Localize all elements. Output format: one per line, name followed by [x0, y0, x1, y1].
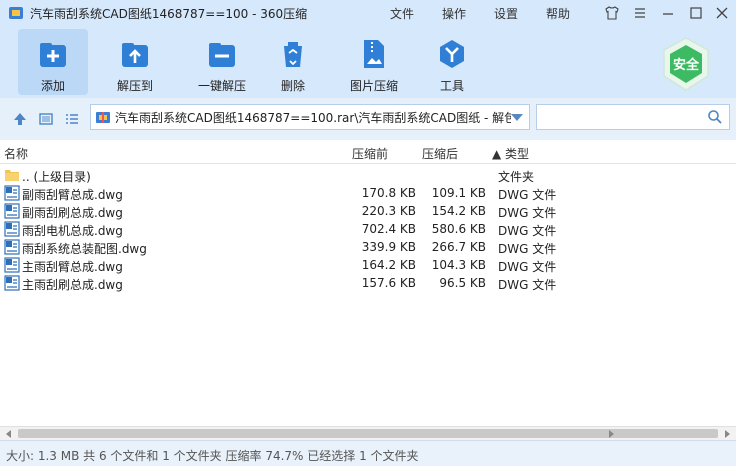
file-name: 雨刮电机总成.dwg: [22, 224, 123, 238]
folder-icon: [4, 167, 20, 183]
minimize-icon[interactable]: [654, 0, 682, 26]
file-type: DWG 文件: [498, 206, 557, 220]
tools-button[interactable]: 工具: [424, 29, 480, 95]
window-title: 汽车雨刮系统CAD图纸1468787==100 - 360压缩: [30, 6, 308, 21]
address-path: 汽车雨刮系统CAD图纸1468787==100.rar\汽车雨刮系统CAD图纸 …: [115, 110, 511, 125]
security-shield-badge[interactable]: 安全: [660, 36, 712, 92]
file-compressed-size: 220.3 KB: [361, 204, 416, 218]
tools-icon: [435, 37, 469, 71]
menu-help[interactable]: 帮助: [546, 0, 570, 26]
column-type[interactable]: ▲ 类型: [492, 145, 529, 162]
file-original-size: 109.1 KB: [431, 186, 486, 200]
delete-icon: [276, 37, 310, 71]
toolbar: 添加 解压到 一键解压 删除 图片压缩 工具: [0, 26, 736, 98]
extract-to-button[interactable]: 解压到: [100, 29, 170, 95]
file-name: 主雨刮臂总成.dwg: [22, 260, 123, 274]
image-compress-icon: [357, 37, 391, 71]
file-original-size: 96.5 KB: [439, 276, 486, 290]
file-type: DWG 文件: [498, 224, 557, 238]
skin-shirt-icon[interactable]: [598, 0, 626, 26]
scroll-right-icon[interactable]: [725, 430, 730, 438]
list-header: 名称 压缩前 压缩后 ▲ 类型: [0, 140, 736, 164]
dwg-file-icon: [4, 239, 20, 255]
file-name: 副雨刮刷总成.dwg: [22, 206, 123, 220]
column-name[interactable]: 名称: [4, 145, 28, 162]
add-icon: [36, 37, 70, 71]
file-list: 名称 压缩前 压缩后 ▲ 类型 .. (上级目录) 文件夹 副雨刮臂总成.dwg…: [0, 140, 736, 426]
safe-label: 安全: [672, 58, 699, 73]
menu-operation[interactable]: 操作: [442, 0, 466, 26]
menu-file[interactable]: 文件: [390, 0, 414, 26]
add-label: 添加: [40, 79, 65, 93]
dwg-file-icon: [4, 203, 20, 219]
file-type: DWG 文件: [498, 242, 557, 256]
delete-label: 删除: [280, 79, 305, 93]
status-bar: 大小: 1.3 MB 共 6 个文件和 1 个文件夹 压缩率 74.7% 已经选…: [0, 440, 736, 466]
thumbnail-view-icon[interactable]: [38, 111, 54, 127]
tools-label: 工具: [439, 79, 464, 93]
file-original-size: 580.6 KB: [431, 222, 486, 236]
table-row[interactable]: 雨刮电机总成.dwg 702.4 KB 580.6 KB DWG 文件: [0, 220, 736, 238]
delete-button[interactable]: 删除: [262, 29, 324, 95]
close-icon[interactable]: [708, 0, 736, 26]
image-compress-button[interactable]: 图片压缩: [338, 29, 410, 95]
scroll-left-icon[interactable]: [6, 430, 11, 438]
scroll-mid-arrow-icon: [609, 430, 614, 438]
file-compressed-size: 339.9 KB: [361, 240, 416, 254]
status-text: 大小: 1.3 MB 共 6 个文件和 1 个文件夹 压缩率 74.7% 已经选…: [6, 449, 419, 463]
file-name: 雨刮系统总装配图.dwg: [22, 242, 147, 256]
file-compressed-size: 702.4 KB: [361, 222, 416, 236]
file-original-size: 266.7 KB: [431, 240, 486, 254]
extract-to-label: 解压到: [116, 79, 153, 93]
horizontal-scrollbar[interactable]: [0, 426, 736, 440]
dwg-file-icon: [4, 275, 20, 291]
dwg-file-icon: [4, 221, 20, 237]
add-button[interactable]: 添加: [18, 29, 88, 95]
table-row[interactable]: 雨刮系统总装配图.dwg 339.9 KB 266.7 KB DWG 文件: [0, 238, 736, 256]
parent-folder-type: 文件夹: [498, 170, 535, 184]
file-original-size: 154.2 KB: [431, 204, 486, 218]
up-arrow-icon[interactable]: [12, 111, 28, 127]
file-type: DWG 文件: [498, 278, 557, 292]
parent-folder-name: .. (上级目录): [22, 170, 91, 184]
one-click-extract-icon: [205, 37, 239, 71]
maximize-icon[interactable]: [682, 0, 710, 26]
extract-icon: [118, 37, 152, 71]
one-click-extract-label: 一键解压: [197, 79, 246, 93]
list-view-icon[interactable]: [64, 111, 80, 127]
app-logo-icon: [8, 5, 24, 21]
column-original[interactable]: 压缩后: [422, 145, 458, 162]
file-compressed-size: 170.8 KB: [361, 186, 416, 200]
menu-settings[interactable]: 设置: [494, 0, 518, 26]
search-icon[interactable]: [707, 109, 723, 125]
table-row[interactable]: 副雨刮刷总成.dwg 220.3 KB 154.2 KB DWG 文件: [0, 202, 736, 220]
table-row[interactable]: 主雨刮臂总成.dwg 164.2 KB 104.3 KB DWG 文件: [0, 256, 736, 274]
file-name: 副雨刮臂总成.dwg: [22, 188, 123, 202]
dwg-file-icon: [4, 185, 20, 201]
file-type: DWG 文件: [498, 188, 557, 202]
menu-list-icon[interactable]: [626, 0, 654, 26]
one-click-extract-button[interactable]: 一键解压: [180, 29, 264, 95]
dwg-file-icon: [4, 257, 20, 273]
address-bar[interactable]: 汽车雨刮系统CAD图纸1468787==100.rar\汽车雨刮系统CAD图纸 …: [90, 104, 530, 130]
address-row: 汽车雨刮系统CAD图纸1468787==100.rar\汽车雨刮系统CAD图纸 …: [0, 98, 736, 140]
column-compressed[interactable]: 压缩前: [352, 145, 388, 162]
image-compress-label: 图片压缩: [349, 79, 398, 93]
file-type: DWG 文件: [498, 260, 557, 274]
chevron-down-icon[interactable]: [511, 114, 523, 121]
table-row[interactable]: 主雨刮刷总成.dwg 157.6 KB 96.5 KB DWG 文件: [0, 274, 736, 292]
file-original-size: 104.3 KB: [431, 258, 486, 272]
archive-icon: [95, 109, 111, 125]
table-row[interactable]: 副雨刮臂总成.dwg 170.8 KB 109.1 KB DWG 文件: [0, 184, 736, 202]
search-input[interactable]: [536, 104, 730, 130]
file-compressed-size: 164.2 KB: [361, 258, 416, 272]
parent-folder-row[interactable]: .. (上级目录) 文件夹: [0, 166, 736, 184]
file-compressed-size: 157.6 KB: [361, 276, 416, 290]
file-name: 主雨刮刷总成.dwg: [22, 278, 123, 292]
